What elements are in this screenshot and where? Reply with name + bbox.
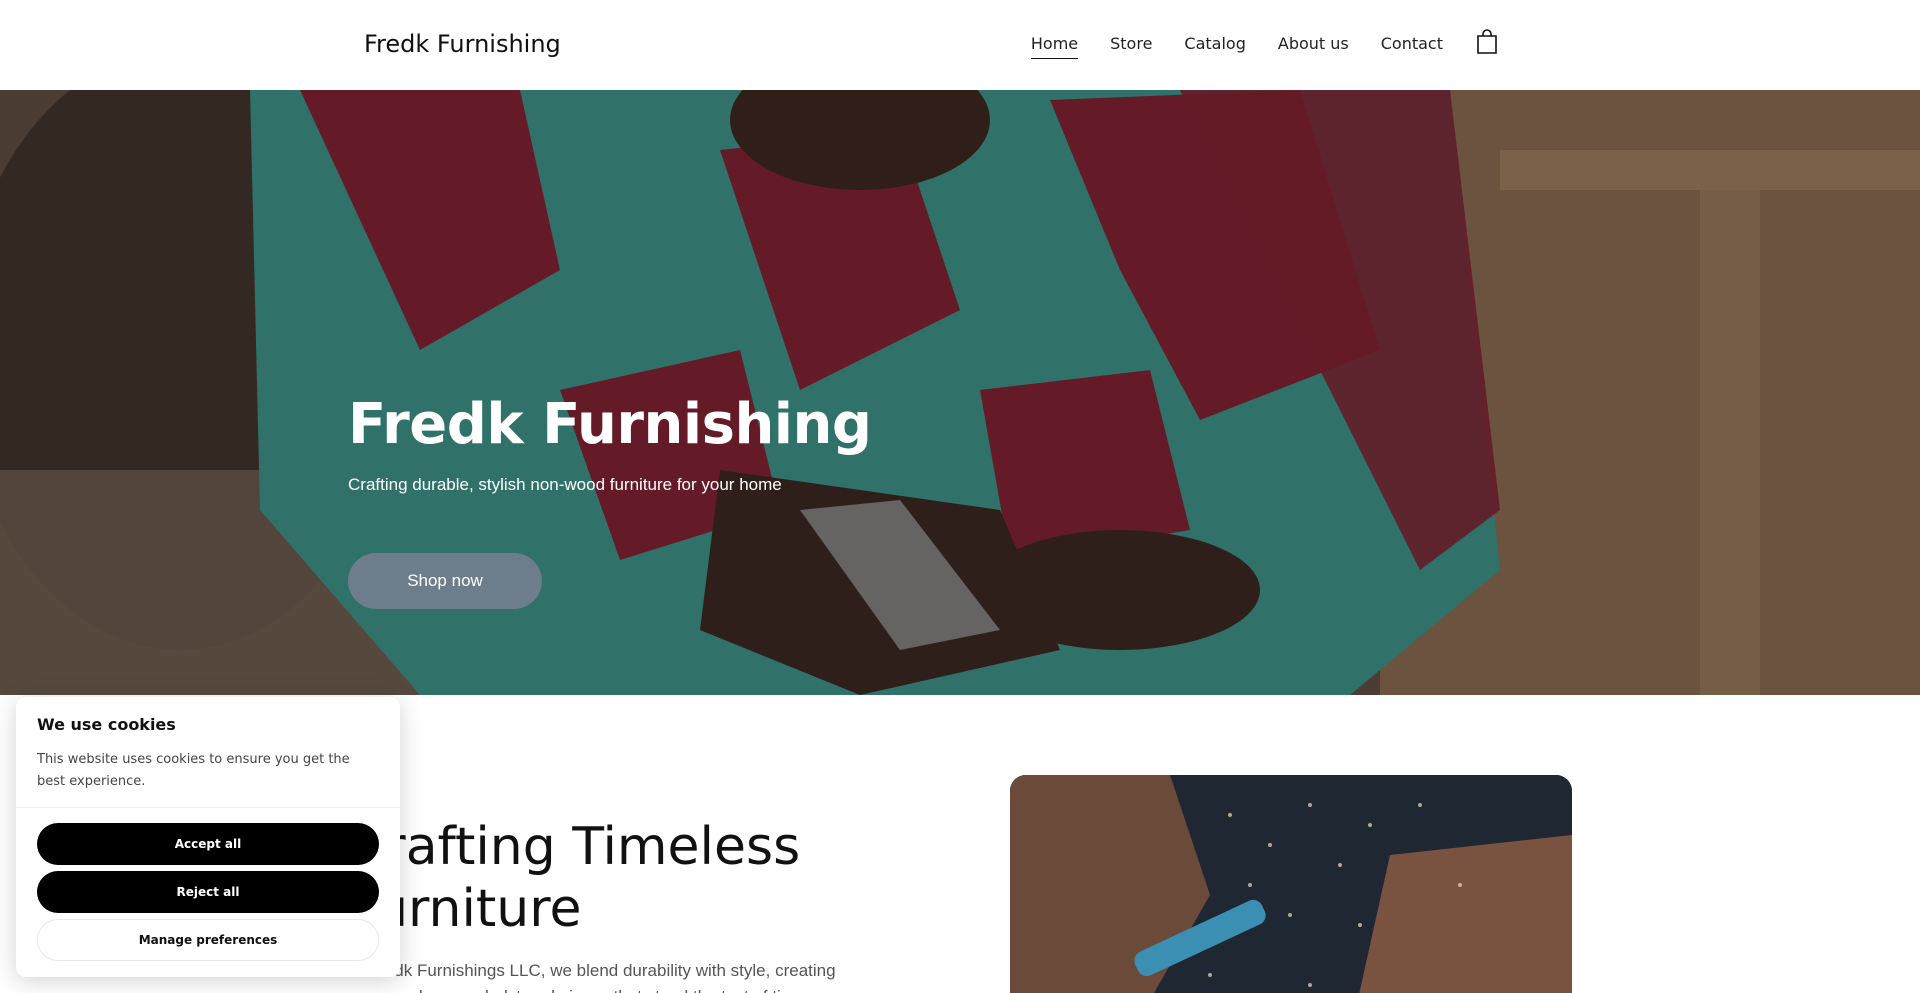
cookie-banner: We use cookies This website uses cookies… <box>16 697 400 977</box>
site-logo[interactable]: Fredk Furnishing <box>364 30 561 58</box>
manage-preferences-button[interactable]: Manage preferences <box>37 919 379 961</box>
cookie-title: We use cookies <box>37 715 176 734</box>
site-header: Fredk Furnishing Home Store Catalog Abou… <box>0 0 1920 90</box>
nav-home[interactable]: Home <box>1030 34 1079 59</box>
hero-section: Fredk Furnishing Crafting durable, styli… <box>0 90 1920 695</box>
section-title: Crafting Timeless Furniture <box>348 817 801 939</box>
section-text: At Fredk Furnishings LLC, we blend durab… <box>348 961 836 993</box>
hero-title: Fredk Furnishing <box>348 392 872 457</box>
hero-subtitle: Crafting durable, stylish non-wood furni… <box>348 475 782 494</box>
nav-catalog[interactable]: Catalog <box>1184 34 1245 58</box>
shop-now-button[interactable]: Shop now <box>348 553 542 609</box>
nav-contact[interactable]: Contact <box>1381 34 1443 58</box>
accept-all-button[interactable]: Accept all <box>37 823 379 865</box>
woodworking-image <box>1010 775 1572 993</box>
woodworking-image-graphic <box>1010 775 1572 993</box>
hero-background-image <box>0 90 1920 695</box>
cookie-divider <box>16 807 400 808</box>
nav-store[interactable]: Store <box>1110 34 1152 58</box>
reject-all-button[interactable]: Reject all <box>37 871 379 913</box>
shopping-bag-icon[interactable] <box>1476 29 1498 55</box>
nav-about-us[interactable]: About us <box>1278 34 1349 58</box>
cookie-text: This website uses cookies to ensure you … <box>37 752 350 789</box>
main-nav: Home Store Catalog About us Contact <box>999 29 1498 59</box>
